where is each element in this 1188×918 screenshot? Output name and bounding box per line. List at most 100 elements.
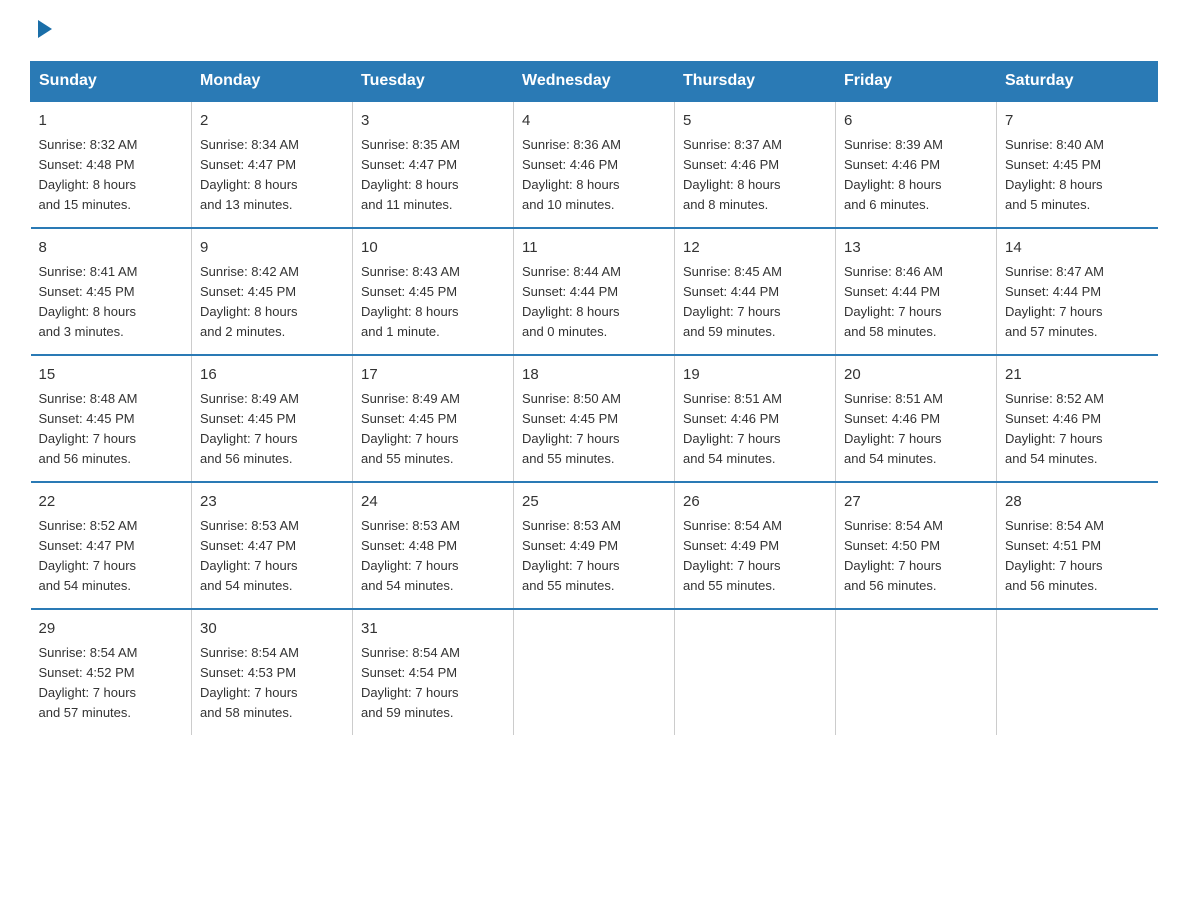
calendar-week-row: 29Sunrise: 8:54 AMSunset: 4:52 PMDayligh… (31, 609, 1158, 735)
day-info: Sunrise: 8:40 AMSunset: 4:45 PMDaylight:… (1005, 135, 1150, 216)
calendar-cell (836, 609, 997, 735)
day-info: Sunrise: 8:36 AMSunset: 4:46 PMDaylight:… (522, 135, 666, 216)
day-number: 6 (844, 110, 988, 133)
day-number: 5 (683, 110, 827, 133)
day-info: Sunrise: 8:54 AMSunset: 4:52 PMDaylight:… (39, 643, 184, 724)
calendar-cell: 20Sunrise: 8:51 AMSunset: 4:46 PMDayligh… (836, 355, 997, 482)
day-info: Sunrise: 8:44 AMSunset: 4:44 PMDaylight:… (522, 262, 666, 343)
day-number: 20 (844, 364, 988, 387)
day-info: Sunrise: 8:45 AMSunset: 4:44 PMDaylight:… (683, 262, 827, 343)
day-number: 8 (39, 237, 184, 260)
day-number: 15 (39, 364, 184, 387)
calendar-cell: 31Sunrise: 8:54 AMSunset: 4:54 PMDayligh… (353, 609, 514, 735)
day-info: Sunrise: 8:32 AMSunset: 4:48 PMDaylight:… (39, 135, 184, 216)
day-info: Sunrise: 8:47 AMSunset: 4:44 PMDaylight:… (1005, 262, 1150, 343)
day-number: 18 (522, 364, 666, 387)
day-info: Sunrise: 8:42 AMSunset: 4:45 PMDaylight:… (200, 262, 344, 343)
calendar-cell: 26Sunrise: 8:54 AMSunset: 4:49 PMDayligh… (675, 482, 836, 609)
day-info: Sunrise: 8:50 AMSunset: 4:45 PMDaylight:… (522, 389, 666, 470)
day-number: 1 (39, 110, 184, 133)
calendar-week-row: 1Sunrise: 8:32 AMSunset: 4:48 PMDaylight… (31, 101, 1158, 228)
calendar-week-row: 22Sunrise: 8:52 AMSunset: 4:47 PMDayligh… (31, 482, 1158, 609)
calendar-cell: 30Sunrise: 8:54 AMSunset: 4:53 PMDayligh… (192, 609, 353, 735)
day-info: Sunrise: 8:54 AMSunset: 4:53 PMDaylight:… (200, 643, 344, 724)
calendar-header-saturday: Saturday (997, 62, 1158, 102)
calendar-cell: 5Sunrise: 8:37 AMSunset: 4:46 PMDaylight… (675, 101, 836, 228)
day-info: Sunrise: 8:54 AMSunset: 4:50 PMDaylight:… (844, 516, 988, 597)
day-info: Sunrise: 8:34 AMSunset: 4:47 PMDaylight:… (200, 135, 344, 216)
calendar-cell: 2Sunrise: 8:34 AMSunset: 4:47 PMDaylight… (192, 101, 353, 228)
day-number: 19 (683, 364, 827, 387)
calendar-cell: 29Sunrise: 8:54 AMSunset: 4:52 PMDayligh… (31, 609, 192, 735)
calendar-week-row: 8Sunrise: 8:41 AMSunset: 4:45 PMDaylight… (31, 228, 1158, 355)
logo-arrow-icon (32, 18, 54, 45)
day-number: 3 (361, 110, 505, 133)
day-number: 17 (361, 364, 505, 387)
calendar-cell: 8Sunrise: 8:41 AMSunset: 4:45 PMDaylight… (31, 228, 192, 355)
calendar-cell: 11Sunrise: 8:44 AMSunset: 4:44 PMDayligh… (514, 228, 675, 355)
day-info: Sunrise: 8:51 AMSunset: 4:46 PMDaylight:… (683, 389, 827, 470)
day-info: Sunrise: 8:53 AMSunset: 4:48 PMDaylight:… (361, 516, 505, 597)
calendar-header-friday: Friday (836, 62, 997, 102)
day-number: 22 (39, 491, 184, 514)
calendar-cell: 1Sunrise: 8:32 AMSunset: 4:48 PMDaylight… (31, 101, 192, 228)
calendar-cell: 16Sunrise: 8:49 AMSunset: 4:45 PMDayligh… (192, 355, 353, 482)
day-info: Sunrise: 8:54 AMSunset: 4:49 PMDaylight:… (683, 516, 827, 597)
day-number: 13 (844, 237, 988, 260)
calendar-header-monday: Monday (192, 62, 353, 102)
calendar-cell (675, 609, 836, 735)
page-header (30, 20, 1158, 41)
day-number: 21 (1005, 364, 1150, 387)
calendar-cell: 18Sunrise: 8:50 AMSunset: 4:45 PMDayligh… (514, 355, 675, 482)
day-number: 11 (522, 237, 666, 260)
day-info: Sunrise: 8:35 AMSunset: 4:47 PMDaylight:… (361, 135, 505, 216)
day-info: Sunrise: 8:52 AMSunset: 4:46 PMDaylight:… (1005, 389, 1150, 470)
day-info: Sunrise: 8:46 AMSunset: 4:44 PMDaylight:… (844, 262, 988, 343)
calendar-cell: 21Sunrise: 8:52 AMSunset: 4:46 PMDayligh… (997, 355, 1158, 482)
calendar-cell: 27Sunrise: 8:54 AMSunset: 4:50 PMDayligh… (836, 482, 997, 609)
calendar-cell: 14Sunrise: 8:47 AMSunset: 4:44 PMDayligh… (997, 228, 1158, 355)
day-info: Sunrise: 8:53 AMSunset: 4:47 PMDaylight:… (200, 516, 344, 597)
day-info: Sunrise: 8:37 AMSunset: 4:46 PMDaylight:… (683, 135, 827, 216)
day-info: Sunrise: 8:49 AMSunset: 4:45 PMDaylight:… (361, 389, 505, 470)
calendar-cell: 10Sunrise: 8:43 AMSunset: 4:45 PMDayligh… (353, 228, 514, 355)
day-info: Sunrise: 8:52 AMSunset: 4:47 PMDaylight:… (39, 516, 184, 597)
day-number: 31 (361, 618, 505, 641)
day-number: 27 (844, 491, 988, 514)
day-number: 2 (200, 110, 344, 133)
day-info: Sunrise: 8:54 AMSunset: 4:51 PMDaylight:… (1005, 516, 1150, 597)
calendar-cell: 6Sunrise: 8:39 AMSunset: 4:46 PMDaylight… (836, 101, 997, 228)
day-number: 29 (39, 618, 184, 641)
day-info: Sunrise: 8:54 AMSunset: 4:54 PMDaylight:… (361, 643, 505, 724)
day-number: 14 (1005, 237, 1150, 260)
day-info: Sunrise: 8:49 AMSunset: 4:45 PMDaylight:… (200, 389, 344, 470)
day-number: 10 (361, 237, 505, 260)
calendar-cell: 23Sunrise: 8:53 AMSunset: 4:47 PMDayligh… (192, 482, 353, 609)
calendar-cell: 24Sunrise: 8:53 AMSunset: 4:48 PMDayligh… (353, 482, 514, 609)
day-info: Sunrise: 8:39 AMSunset: 4:46 PMDaylight:… (844, 135, 988, 216)
calendar-cell: 25Sunrise: 8:53 AMSunset: 4:49 PMDayligh… (514, 482, 675, 609)
day-number: 4 (522, 110, 666, 133)
calendar-header-thursday: Thursday (675, 62, 836, 102)
calendar-header-tuesday: Tuesday (353, 62, 514, 102)
day-info: Sunrise: 8:41 AMSunset: 4:45 PMDaylight:… (39, 262, 184, 343)
calendar-cell: 17Sunrise: 8:49 AMSunset: 4:45 PMDayligh… (353, 355, 514, 482)
day-number: 16 (200, 364, 344, 387)
day-info: Sunrise: 8:51 AMSunset: 4:46 PMDaylight:… (844, 389, 988, 470)
calendar-cell: 13Sunrise: 8:46 AMSunset: 4:44 PMDayligh… (836, 228, 997, 355)
day-number: 24 (361, 491, 505, 514)
calendar-cell: 7Sunrise: 8:40 AMSunset: 4:45 PMDaylight… (997, 101, 1158, 228)
day-number: 30 (200, 618, 344, 641)
day-number: 25 (522, 491, 666, 514)
calendar-header-row: SundayMondayTuesdayWednesdayThursdayFrid… (31, 62, 1158, 102)
day-info: Sunrise: 8:43 AMSunset: 4:45 PMDaylight:… (361, 262, 505, 343)
calendar-cell: 9Sunrise: 8:42 AMSunset: 4:45 PMDaylight… (192, 228, 353, 355)
day-number: 23 (200, 491, 344, 514)
calendar-header-sunday: Sunday (31, 62, 192, 102)
calendar-cell: 4Sunrise: 8:36 AMSunset: 4:46 PMDaylight… (514, 101, 675, 228)
logo (30, 20, 54, 41)
calendar-cell (514, 609, 675, 735)
day-number: 12 (683, 237, 827, 260)
calendar-cell (997, 609, 1158, 735)
calendar-week-row: 15Sunrise: 8:48 AMSunset: 4:45 PMDayligh… (31, 355, 1158, 482)
